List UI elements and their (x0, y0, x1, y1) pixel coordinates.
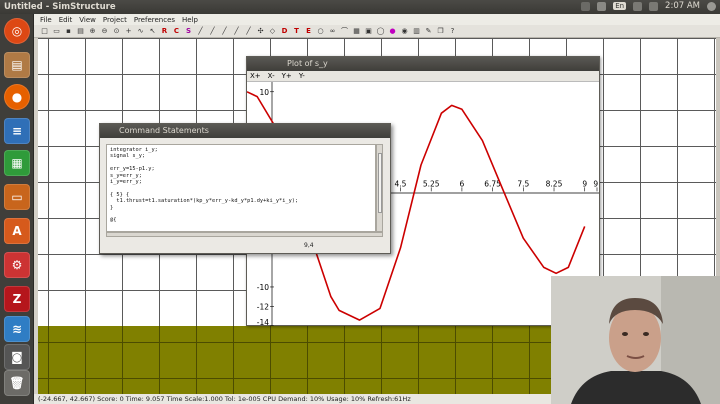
tool-t-button[interactable]: T (292, 27, 301, 36)
editor-vertical-scrollbar[interactable] (376, 144, 383, 232)
window-title: Untitled - SimStructure (4, 2, 116, 12)
ring-icon[interactable]: ◯ (376, 27, 385, 36)
connector-tool-icon[interactable]: ⌒ (340, 27, 349, 36)
software-center-icon[interactable]: A (4, 218, 30, 244)
help-icon[interactable]: ? (448, 27, 457, 36)
add-node-icon[interactable]: + (124, 27, 133, 36)
tool-d-button[interactable]: D (280, 27, 289, 36)
line-tool-2-icon[interactable]: ╱ (208, 27, 217, 36)
circle-tool-icon[interactable]: ○ (316, 27, 325, 36)
system-tray: En 2:07 AM (581, 1, 716, 11)
cursor-position: 9,4 (304, 242, 314, 249)
trash-icon[interactable]: 🗑 (4, 370, 30, 396)
launcher: ◎ ▤ ● ≡ ▦ ▭ A ⚙ Z ≋ ◙ 🗑 (0, 14, 34, 404)
grid-toggle-icon[interactable]: ▥ (412, 27, 421, 36)
screenshot-icon[interactable]: ◙ (4, 344, 30, 370)
keyboard-indicator[interactable]: En (613, 2, 627, 10)
open-folder-icon[interactable]: ▭ (52, 27, 61, 36)
copy-icon[interactable]: ❐ (436, 27, 445, 36)
y-minus-button[interactable]: Y- (299, 72, 305, 80)
filezilla-icon[interactable]: Z (4, 286, 30, 312)
spring-icon[interactable]: ∿ (136, 27, 145, 36)
grid-icon[interactable]: ▦ (352, 27, 361, 36)
command-window-title[interactable]: Command Statements (100, 124, 390, 138)
tool-s-button[interactable]: S (184, 27, 193, 36)
y-tick-label: -12 (257, 302, 269, 311)
menubar: File Edit View Project Preferences Help (34, 14, 720, 25)
zoom-fit-icon[interactable]: ⊙ (112, 27, 121, 36)
menu-view[interactable]: View (79, 16, 96, 24)
toolbar: □ ▭ ▪ ▤ ⊕ ⊖ ⊙ + ∿ ↖ R C S ╱ ╱ ╱ ╱ ╱ ✣ ◇ … (34, 25, 720, 38)
desktop: Untitled - SimStructure En 2:07 AM ◎ ▤ ●… (0, 0, 720, 404)
x-tick-label: 9. (593, 179, 599, 188)
impress-icon[interactable]: ▭ (4, 184, 30, 210)
link-tool-icon[interactable]: ∞ (328, 27, 337, 36)
command-window[interactable]: Command Statements integrator i_y; signa… (99, 123, 391, 254)
tool-c-button[interactable]: C (172, 27, 181, 36)
menu-project[interactable]: Project (103, 16, 127, 24)
plot-axis-controls: X+ X- Y+ Y- (247, 71, 599, 82)
menu-edit[interactable]: Edit (59, 16, 73, 24)
y-tick-label: -14 (257, 318, 269, 326)
webcam-overlay (551, 276, 720, 404)
move-tool-icon[interactable]: ✣ (256, 27, 265, 36)
x-minus-button[interactable]: X- (268, 72, 275, 80)
tool-r-button[interactable]: R (160, 27, 169, 36)
print-icon[interactable]: ▤ (76, 27, 85, 36)
zoom-out-icon[interactable]: ⊖ (100, 27, 109, 36)
writer-icon[interactable]: ≡ (4, 118, 30, 144)
line-tool-5-icon[interactable]: ╱ (244, 27, 253, 36)
pointer-icon[interactable]: ↖ (148, 27, 157, 36)
scroll-thumb[interactable] (378, 153, 382, 213)
menu-file[interactable]: File (40, 16, 52, 24)
line-tool-4-icon[interactable]: ╱ (232, 27, 241, 36)
x-tick-label: 9 (582, 179, 587, 188)
mail-icon[interactable] (597, 1, 607, 11)
zoom-in-icon[interactable]: ⊕ (88, 27, 97, 36)
top-panel: Untitled - SimStructure En 2:07 AM (0, 0, 720, 14)
shape-tool-icon[interactable]: ◇ (268, 27, 277, 36)
x-tick-label: 5.25 (423, 179, 440, 188)
target-icon[interactable]: ◉ (400, 27, 409, 36)
menu-help[interactable]: Help (182, 16, 198, 24)
clock[interactable]: 2:07 AM (665, 1, 700, 11)
line-tool-icon[interactable]: ╱ (196, 27, 205, 36)
line-tool-3-icon[interactable]: ╱ (220, 27, 229, 36)
ubuntu-dash-icon[interactable]: ◎ (4, 18, 30, 44)
calc-icon[interactable]: ▦ (4, 150, 30, 176)
editor-horizontal-scrollbar[interactable] (106, 232, 383, 237)
webcam-person-image (551, 276, 720, 404)
save-icon[interactable]: ▪ (64, 27, 73, 36)
settings-gear-icon[interactable] (707, 1, 716, 11)
dropbox-icon[interactable] (581, 1, 591, 11)
tool-e-button[interactable]: E (304, 27, 313, 36)
plot-title[interactable]: Plot of s_y (247, 57, 599, 71)
color-tool-icon[interactable]: ▣ (364, 27, 373, 36)
new-file-icon[interactable]: □ (40, 27, 49, 36)
x-tick-label: 6 (460, 179, 465, 188)
y-tick-label: 10 (259, 88, 269, 97)
edit-icon[interactable]: ✎ (424, 27, 433, 36)
firefox-icon[interactable]: ● (4, 84, 30, 110)
x-plus-button[interactable]: X+ (250, 72, 261, 80)
x-tick-label: 4.5 (395, 179, 407, 188)
x-tick-label: 8.25 (546, 179, 563, 188)
menu-preferences[interactable]: Preferences (134, 16, 175, 24)
network-tool-icon[interactable]: ≋ (4, 316, 30, 342)
x-tick-label: 7.5 (517, 179, 529, 188)
y-tick-label: -10 (257, 283, 269, 292)
magenta-tool-icon[interactable]: ● (388, 27, 397, 36)
code-editor[interactable]: integrator i_y; signal s_y; err_y=15-p1.… (106, 144, 376, 232)
volume-icon[interactable] (649, 1, 659, 11)
y-plus-button[interactable]: Y+ (282, 72, 292, 80)
system-settings-icon[interactable]: ⚙ (4, 252, 30, 278)
files-icon[interactable]: ▤ (4, 52, 30, 78)
network-icon[interactable] (633, 1, 643, 11)
